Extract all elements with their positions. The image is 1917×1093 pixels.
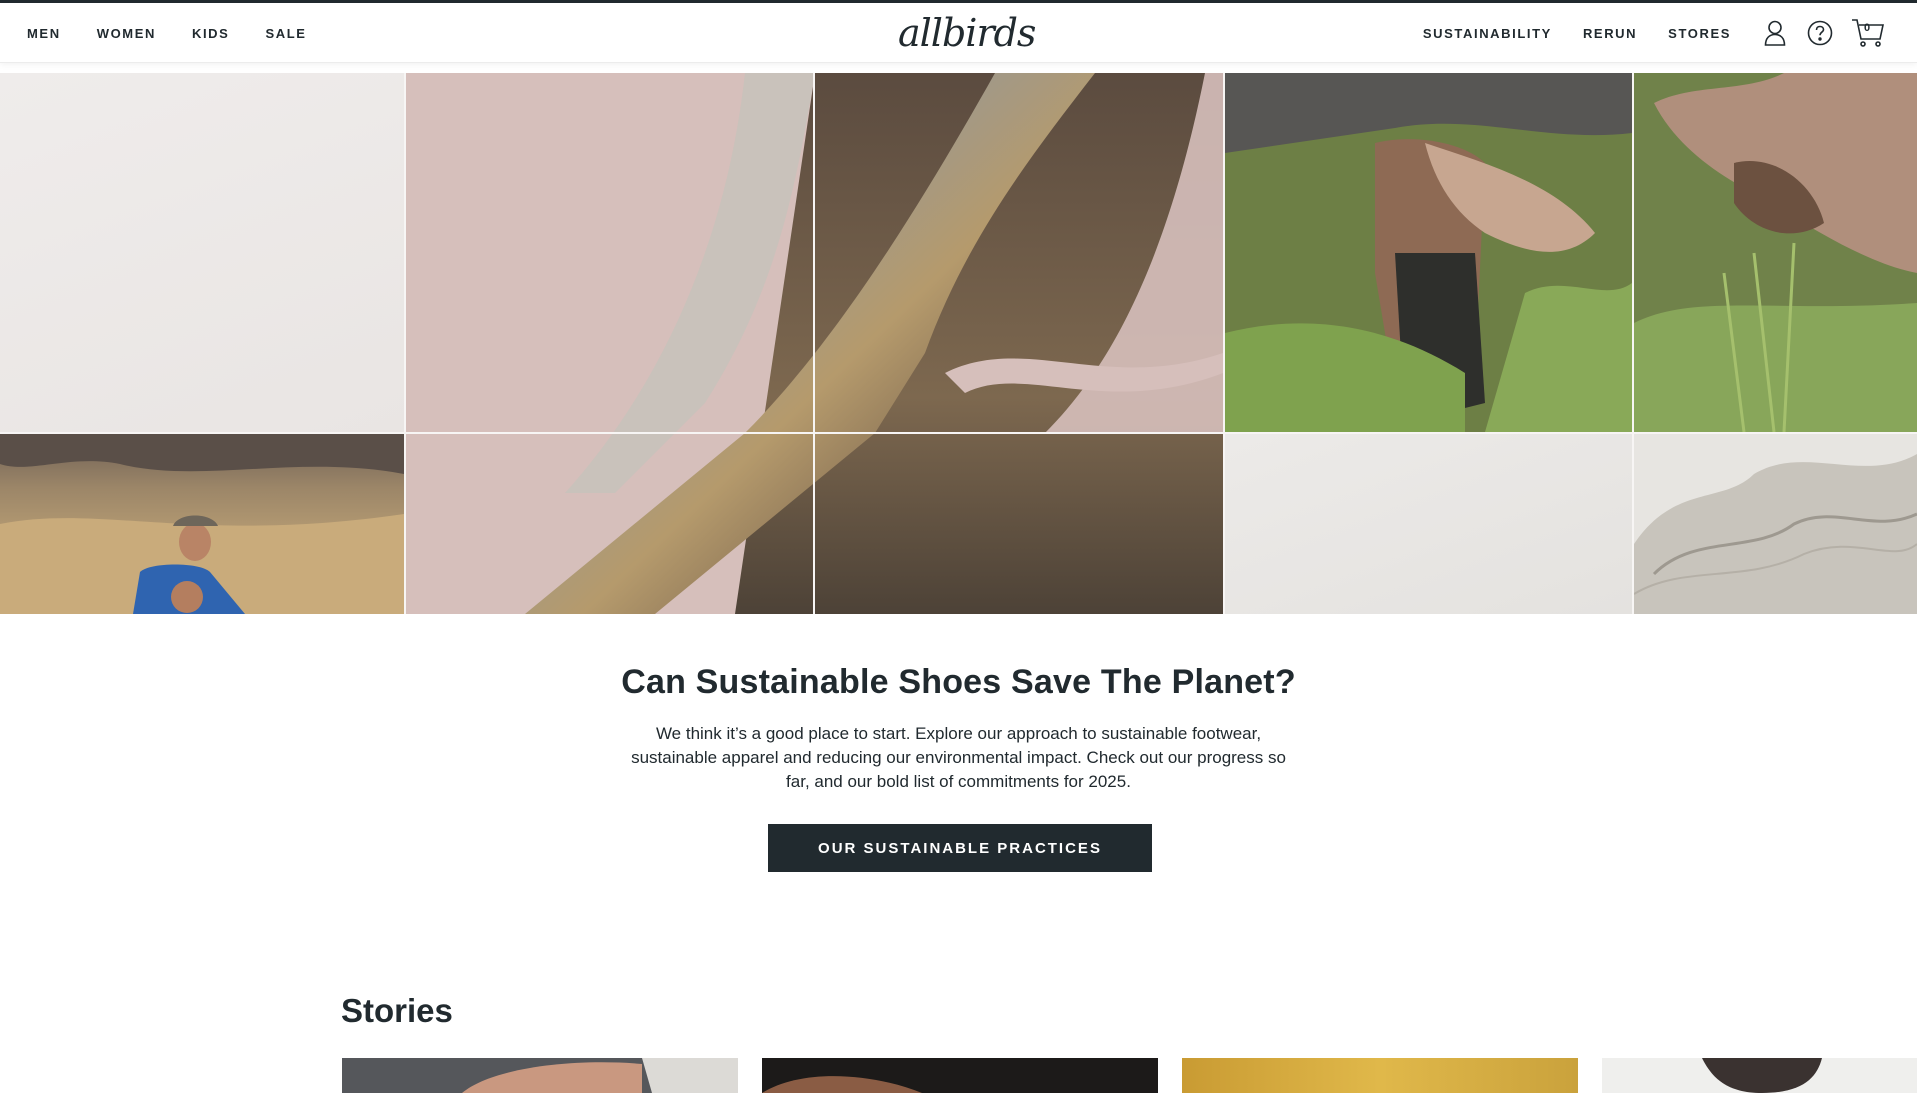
nav-men[interactable]: MEN	[27, 26, 61, 41]
hero-mosaic	[0, 73, 1917, 614]
nav-women[interactable]: WOMEN	[97, 26, 156, 41]
primary-nav: MEN WOMEN KIDS SALE	[27, 3, 307, 63]
grid-divider	[404, 73, 406, 614]
story-card-dark[interactable]	[762, 1058, 1158, 1093]
page-headline: Can Sustainable Shoes Save The Planet?	[621, 663, 1296, 701]
story-card-yellow[interactable]	[1182, 1058, 1578, 1093]
nav-sale[interactable]: SALE	[265, 26, 306, 41]
stories-heading: Stories	[341, 992, 453, 1029]
cart-icon[interactable]: 0	[1850, 17, 1886, 49]
secondary-nav: SUSTAINABILITY RERUN STORES 0	[1423, 3, 1886, 63]
blank-tile	[1225, 434, 1632, 614]
help-icon[interactable]	[1806, 19, 1834, 47]
intro-paragraph: We think it’s a good place to start. Exp…	[631, 724, 1286, 791]
hands-grass-tile	[1634, 73, 1917, 432]
grid-divider	[0, 432, 1917, 434]
allbirds-logo[interactable]: allbirds	[898, 13, 1036, 53]
blank-tile	[0, 73, 404, 432]
nav-kids[interactable]: KIDS	[192, 26, 229, 41]
user-icon[interactable]	[1762, 19, 1788, 47]
grid-divider	[1223, 73, 1225, 614]
site-header: MEN WOMEN KIDS SALE allbirds SUSTAINABIL…	[0, 3, 1917, 63]
wool-tile	[1634, 434, 1917, 614]
sustainable-practices-button[interactable]: OUR SUSTAINABLE PRACTICES	[768, 824, 1152, 872]
story-card-person[interactable]	[1602, 1058, 1917, 1093]
shepherd-tile	[0, 434, 404, 614]
cart-count: 0	[1864, 22, 1871, 34]
grid-divider	[813, 73, 815, 614]
nav-rerun[interactable]: RERUN	[1583, 26, 1637, 41]
hands-soil-tile	[1225, 73, 1632, 432]
nav-sustainability[interactable]: SUSTAINABILITY	[1423, 26, 1552, 41]
story-card-shoes[interactable]	[342, 1058, 738, 1093]
grid-divider	[1632, 73, 1634, 614]
nav-stores[interactable]: STORES	[1668, 26, 1731, 41]
